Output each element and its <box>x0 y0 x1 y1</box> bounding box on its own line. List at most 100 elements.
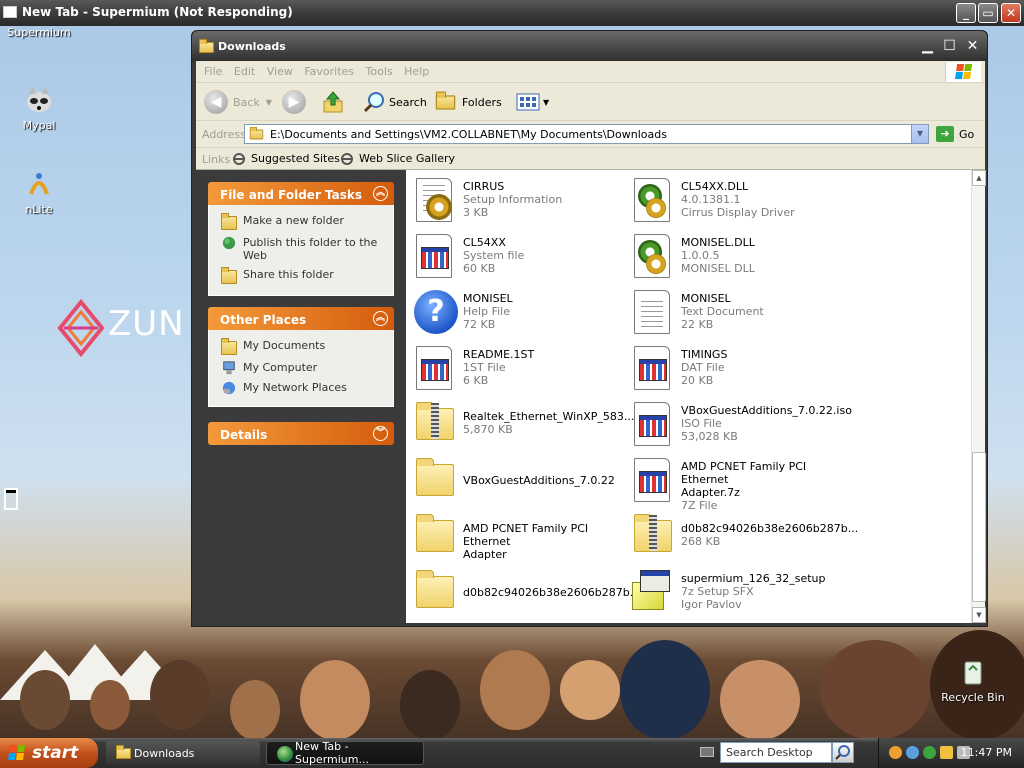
vertical-scrollbar[interactable]: ▲ ▼ <box>971 170 986 623</box>
task-share-folder[interactable]: Share this folder <box>221 265 393 287</box>
task-publish-folder[interactable]: Publish this folder to the Web <box>221 233 393 265</box>
keyboard-icon[interactable] <box>700 747 714 757</box>
file-name: d0b82c94026b38e2606b287b... <box>463 586 641 599</box>
chevron-down-icon[interactable]: ︾ <box>373 426 388 441</box>
desktop-icon-nlite[interactable]: nLite <box>4 168 74 216</box>
link-web-slice-gallery[interactable]: Web Slice Gallery <box>340 152 455 165</box>
place-my-computer[interactable]: My Computer <box>221 358 393 378</box>
explorer-titlebar[interactable]: Downloads ▁ ☐ ✕ <box>192 31 987 61</box>
file-item[interactable]: TIMINGS DAT File 20 KB <box>628 344 846 396</box>
task-label: Publish this folder to the Web <box>243 236 378 262</box>
file-item[interactable]: AMD PCNET Family PCI Ethernet Adapter <box>410 512 628 564</box>
file-version: 1.0.0.5 <box>681 249 720 262</box>
task-label: Make a new folder <box>243 214 344 227</box>
file-company: Igor Pavlov <box>681 598 742 611</box>
back-button[interactable]: ◀ Back ▼ <box>204 89 272 115</box>
place-my-network[interactable]: My Network Places <box>221 378 393 398</box>
tray-app-icon[interactable] <box>889 746 902 759</box>
desktop-icon-supermium[interactable]: Supermium <box>4 26 74 39</box>
panel-title: Other Places <box>220 313 307 327</box>
file-size: 3 KB <box>463 206 489 219</box>
explorer-close-button[interactable]: ✕ <box>963 37 982 56</box>
file-type: ISO File <box>681 417 722 430</box>
chevron-up-icon[interactable]: ︽ <box>373 311 388 326</box>
file-item[interactable]: CIRRUS Setup Information 3 KB <box>410 176 628 228</box>
file-item[interactable]: Realtek_Ethernet_WinXP_583... 5,870 KB <box>410 400 634 452</box>
desktop-icon-recycle-bin[interactable]: Recycle Bin <box>938 656 1008 704</box>
search-button[interactable]: Search <box>362 89 427 115</box>
explorer-maximize-button[interactable]: ☐ <box>940 37 959 56</box>
link-suggested-sites[interactable]: Suggested Sites <box>232 152 340 165</box>
desktop-icon-mypal[interactable]: Mypal <box>4 84 74 132</box>
zune-logo-icon <box>57 298 105 358</box>
file-item[interactable]: MONISEL.DLL 1.0.0.5 MONISEL DLL <box>628 232 846 284</box>
menu-view[interactable]: View <box>267 65 293 78</box>
file-item[interactable]: supermium_126_32_setup 7z Setup SFX Igor P… <box>628 568 846 620</box>
minimize-button[interactable]: _ <box>956 3 976 23</box>
clock[interactable]: 11:47 PM <box>961 746 1012 759</box>
file-item[interactable]: CL54XX System file 60 KB <box>410 232 628 284</box>
file-size: 72 KB <box>463 318 496 331</box>
explorer-minimize-button[interactable]: ▁ <box>918 37 937 56</box>
file-type: 7z Setup SFX <box>681 585 754 598</box>
menu-favorites[interactable]: Favorites <box>304 65 354 78</box>
menu-edit[interactable]: Edit <box>234 65 255 78</box>
views-grid-icon <box>516 93 540 111</box>
other-places-header[interactable]: Other Places ︽ <box>208 307 394 330</box>
folders-button[interactable]: Folders <box>435 89 502 115</box>
tray-security-icon[interactable] <box>940 746 953 759</box>
close-button[interactable]: ✕ <box>1001 3 1021 23</box>
background-window-titlebar[interactable]: New Tab - Supermium (Not Responding) _ ▭… <box>0 0 1024 26</box>
search-desktop-button[interactable] <box>832 742 854 763</box>
taskbar-button-supermium[interactable]: New Tab - Supermium... <box>266 740 424 766</box>
generic-file-icon <box>628 344 676 392</box>
place-my-documents[interactable]: My Documents <box>221 336 393 358</box>
tray-search-icon[interactable] <box>906 746 919 759</box>
details-header[interactable]: Details ︾ <box>208 422 394 445</box>
address-dropdown-button[interactable]: ▼ <box>911 125 928 143</box>
chevron-up-icon[interactable]: ︽ <box>373 186 388 201</box>
file-item[interactable]: VBoxGuestAdditions_7.0.22 <box>410 456 628 508</box>
network-icon <box>222 381 236 395</box>
forward-button[interactable]: ▶ <box>282 89 306 115</box>
file-type: Text Document <box>681 305 764 318</box>
place-label: My Documents <box>243 339 326 352</box>
file-version: 4.0.1381.1 <box>681 193 741 206</box>
search-desktop-input[interactable]: Search Desktop <box>720 742 832 763</box>
file-item[interactable]: MONISEL Text Document 22 KB <box>628 288 846 340</box>
nlite-icon <box>23 168 55 200</box>
task-make-new-folder[interactable]: Make a new folder <box>221 211 393 233</box>
file-item[interactable]: d0b82c94026b38e2606b287b... 268 KB <box>628 512 858 564</box>
recycle-bin-icon <box>957 656 989 688</box>
file-name: VBoxGuestAdditions_7.0.22.iso <box>681 404 852 417</box>
tray-network-icon[interactable] <box>923 746 936 759</box>
link-label: Suggested Sites <box>251 152 340 165</box>
views-button[interactable]: ▼ <box>516 89 549 115</box>
panel-title: File and Folder Tasks <box>220 188 363 202</box>
start-button[interactable]: start <box>0 738 98 768</box>
go-button[interactable]: ➜ Go <box>936 126 974 142</box>
folder-icon <box>249 126 264 139</box>
my-documents-icon <box>221 338 237 355</box>
file-item[interactable]: d0b82c94026b38e2606b287b... <box>410 568 640 620</box>
menu-tools[interactable]: Tools <box>366 65 393 78</box>
menu-help[interactable]: Help <box>404 65 429 78</box>
scroll-down-button[interactable]: ▼ <box>972 607 986 623</box>
file-item[interactable]: VBoxGuestAdditions_7.0.22.iso ISO File 53,… <box>628 400 852 452</box>
scroll-up-button[interactable]: ▲ <box>972 170 986 186</box>
file-item[interactable]: README.1ST 1ST File 6 KB <box>410 344 628 396</box>
file-item[interactable]: CL54XX.DLL 4.0.1381.1 Cirrus Display Drive… <box>628 176 846 228</box>
file-item[interactable]: ? MONISEL Help File 72 KB <box>410 288 628 340</box>
chevron-down-icon: ▼ <box>265 97 272 107</box>
file-item[interactable]: AMD PCNET Family PCI Ethernet Adapter.7z 7… <box>628 456 846 512</box>
menu-file[interactable]: File <box>204 65 222 78</box>
explorer-window: Downloads ▁ ☐ ✕ File Edit View Favorites… <box>191 30 988 627</box>
text-document-icon <box>628 288 676 336</box>
address-input[interactable]: E:\Documents and Settings\VM2.COLLABNET\… <box>244 124 929 144</box>
restore-button[interactable]: ▭ <box>978 3 998 23</box>
file-folder-tasks-header[interactable]: File and Folder Tasks ︽ <box>208 182 394 205</box>
up-folder-button[interactable] <box>320 89 346 115</box>
scroll-thumb[interactable] <box>972 452 986 602</box>
wallpaper-text: ZUN <box>108 304 185 344</box>
taskbar-button-downloads[interactable]: Downloads <box>106 741 260 765</box>
